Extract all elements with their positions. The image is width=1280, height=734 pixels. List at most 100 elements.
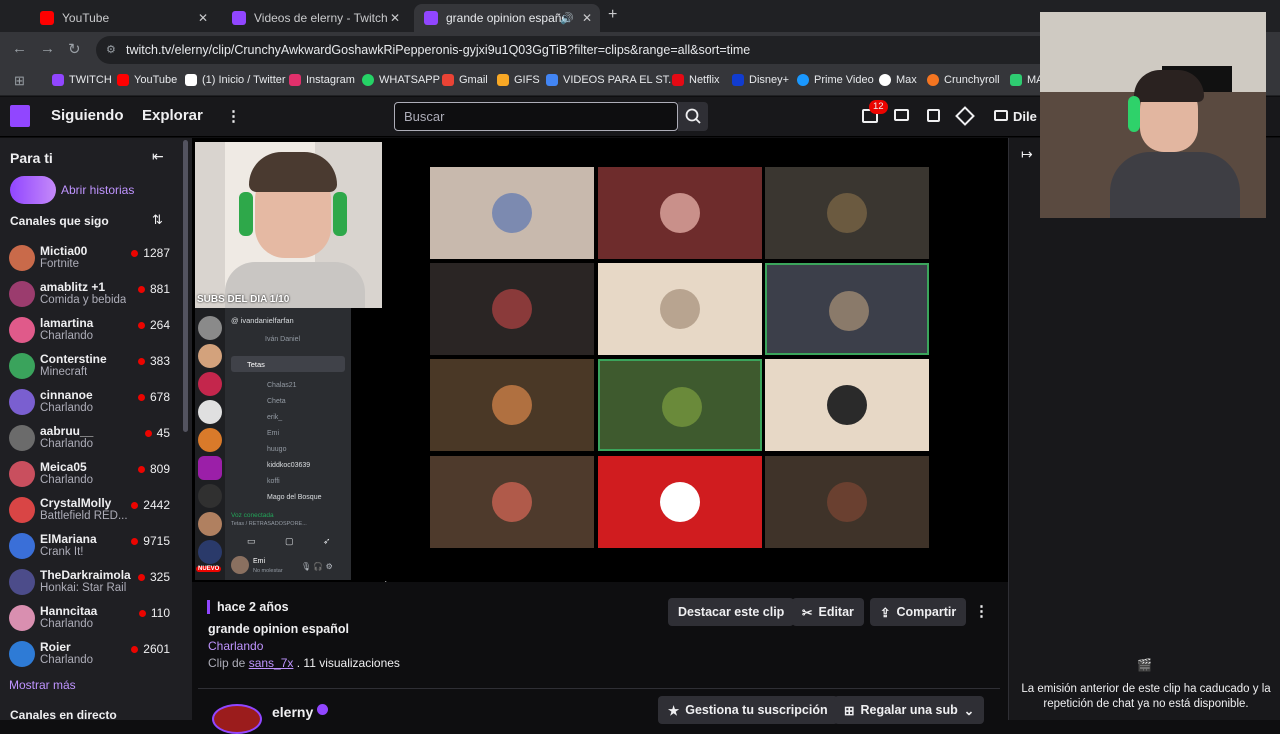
participant-avatar — [829, 291, 869, 331]
collapse-sidebar-icon[interactable]: ⇤ — [152, 148, 164, 165]
avatar — [9, 497, 35, 523]
viewer-count: 264 — [137, 318, 170, 332]
channel-item[interactable]: cinnanoe Charlando 678 — [0, 385, 182, 421]
call-tile — [430, 359, 594, 451]
stories-avatars[interactable] — [10, 176, 56, 204]
site-info-icon[interactable]: ⚙ — [106, 36, 116, 64]
apps-icon[interactable]: ⊞ — [14, 73, 25, 89]
bookmark-item[interactable]: GIFS — [497, 74, 540, 86]
max-icon — [879, 74, 891, 86]
bookmark-item[interactable]: Max — [879, 74, 917, 86]
channel-item[interactable]: lamartina Charlando 264 — [0, 313, 182, 349]
new-tab-icon[interactable]: + — [608, 6, 617, 24]
participant-avatar — [660, 193, 700, 233]
crown-icon[interactable] — [955, 106, 975, 126]
viewer-count: 325 — [137, 570, 170, 584]
open-stories-link[interactable]: Abrir historias — [61, 183, 134, 197]
whispers-icon[interactable] — [927, 109, 940, 122]
viewer-number: 110 — [150, 606, 170, 620]
nav-following[interactable]: Siguiendo — [51, 107, 124, 124]
channel-item[interactable]: amablitz +1 Comida y bebida 881 — [0, 277, 182, 313]
speaker-icon[interactable]: 🔊 — [560, 12, 574, 25]
browser-tab-videos[interactable]: Videos de elerny - Twitch ✕ — [222, 4, 408, 32]
close-icon[interactable]: ✕ — [582, 11, 592, 25]
live-dot-icon — [137, 321, 145, 329]
avatar — [9, 569, 35, 595]
bookmark-item[interactable]: TWITCH — [52, 74, 112, 86]
expand-chat-icon[interactable]: ↦ — [1021, 146, 1033, 163]
member-list: Chalas21 Cheta erik_ Emi huugo kiddkoc03… — [267, 378, 321, 506]
channel-item[interactable]: Roier Charlando 2601 — [0, 637, 182, 673]
clip-by-label: Clip de — [208, 656, 246, 670]
channel-name: TheDarkraimola — [40, 568, 131, 582]
channel-item[interactable]: Meica05 Charlando 809 — [0, 457, 182, 493]
viewer-count: 383 — [137, 354, 170, 368]
browser-tab-clip[interactable]: grande opinion español - Tw 🔊 ✕ — [414, 4, 600, 32]
bookmark-item[interactable]: Prime Video — [797, 74, 874, 86]
back-icon[interactable]: ← — [12, 40, 27, 57]
live-dot-icon — [144, 429, 152, 437]
tv-icon[interactable] — [994, 110, 1008, 121]
share-button[interactable]: ⇪ Compartir — [870, 598, 967, 626]
channel-name: lamartina — [40, 316, 94, 330]
discord-overlay: NUEVO @ ivandanielfarfan Iván Daniel Tet… — [195, 308, 351, 580]
viewer-number: 2442 — [143, 498, 170, 512]
show-more-link[interactable]: Mostrar más — [9, 678, 76, 692]
channel-item[interactable]: Hanncitaa Charlando 110 — [0, 601, 182, 637]
for-you-title: Para ti — [10, 150, 53, 166]
close-icon[interactable]: ✕ — [390, 11, 400, 25]
reload-icon[interactable]: ↻ — [68, 40, 81, 58]
streamer-name[interactable]: elerny — [272, 704, 313, 720]
live-dot-icon — [138, 609, 146, 617]
twitch-icon — [232, 11, 246, 25]
browser-tab-youtube[interactable]: YouTube ✕ — [30, 4, 216, 32]
mail-icon[interactable] — [894, 109, 909, 121]
avatar — [9, 461, 35, 487]
channel-item[interactable]: TheDarkraimola Honkai: Star Rail 325 — [0, 565, 182, 601]
voice-status: Voz conectada — [231, 512, 274, 519]
search-button[interactable] — [678, 102, 708, 131]
streamer-avatar[interactable] — [212, 704, 262, 734]
more-icon[interactable]: ⋮ — [226, 107, 241, 125]
bookmark-item[interactable]: Netflix — [672, 74, 720, 86]
bookmark-item[interactable]: Crunchyroll — [927, 74, 1000, 86]
bookmark-label: GIFS — [514, 74, 540, 86]
more-options-icon[interactable]: ⋮ — [974, 602, 989, 620]
bookmark-item[interactable]: Disney+ — [732, 74, 789, 86]
bookmark-item[interactable]: Instagram — [289, 74, 355, 86]
clip-category-link[interactable]: Charlando — [208, 639, 263, 653]
clipper-link[interactable]: sans_7x — [249, 656, 294, 670]
edit-button[interactable]: ✂ Editar — [792, 598, 864, 626]
channel-item[interactable]: aabruu__ Charlando 45 — [0, 421, 182, 457]
share-icon: ⇪ — [880, 605, 891, 620]
sort-icon[interactable]: ⇅ — [152, 212, 163, 228]
channel-name: Roier — [40, 640, 71, 654]
avatar — [9, 281, 35, 307]
call-tile — [430, 263, 594, 355]
channel-item[interactable]: CrystalMolly Battlefield RED... 2442 — [0, 493, 182, 529]
close-icon[interactable]: ✕ — [198, 11, 208, 25]
bookmark-item[interactable]: VIDEOS PARA EL ST... — [546, 74, 677, 86]
feature-clip-button[interactable]: Destacar este clip — [668, 598, 795, 626]
channel-item[interactable]: Conterstine Minecraft 383 — [0, 349, 182, 385]
viewer-count: 2442 — [131, 498, 170, 512]
forward-icon[interactable]: → — [40, 40, 55, 57]
twitch-logo-icon[interactable] — [10, 105, 30, 127]
clip-age: hace 2 años — [217, 600, 289, 614]
search-input[interactable]: Buscar — [394, 102, 678, 131]
member-name: koffi — [267, 478, 280, 485]
url-text: twitch.tv/elerny/clip/CrunchyAwkwardGosh… — [126, 43, 751, 57]
sidebar-scrollbar[interactable] — [183, 140, 188, 432]
bookmark-item[interactable]: Gmail — [442, 74, 488, 86]
channel-item[interactable]: ElMariana Crank It! 9715 — [0, 529, 182, 565]
bookmark-item[interactable]: MA — [1010, 74, 1044, 86]
search-placeholder: Buscar — [404, 109, 445, 124]
participant-avatar — [827, 385, 867, 425]
channel-item[interactable]: Mictia00 Fortnite 1287 — [0, 241, 182, 277]
nav-browse[interactable]: Explorar — [142, 107, 203, 124]
url-field[interactable]: ⚙ twitch.tv/elerny/clip/CrunchyAwkwardGo… — [96, 36, 1056, 64]
bookmark-item[interactable]: YouTube — [117, 74, 177, 86]
bookmark-item[interactable]: (1) Inicio / Twitter — [185, 74, 286, 86]
bookmark-item[interactable]: WHATSAPP — [362, 74, 440, 86]
voice-header: @ ivandanielfarfan — [231, 316, 294, 325]
